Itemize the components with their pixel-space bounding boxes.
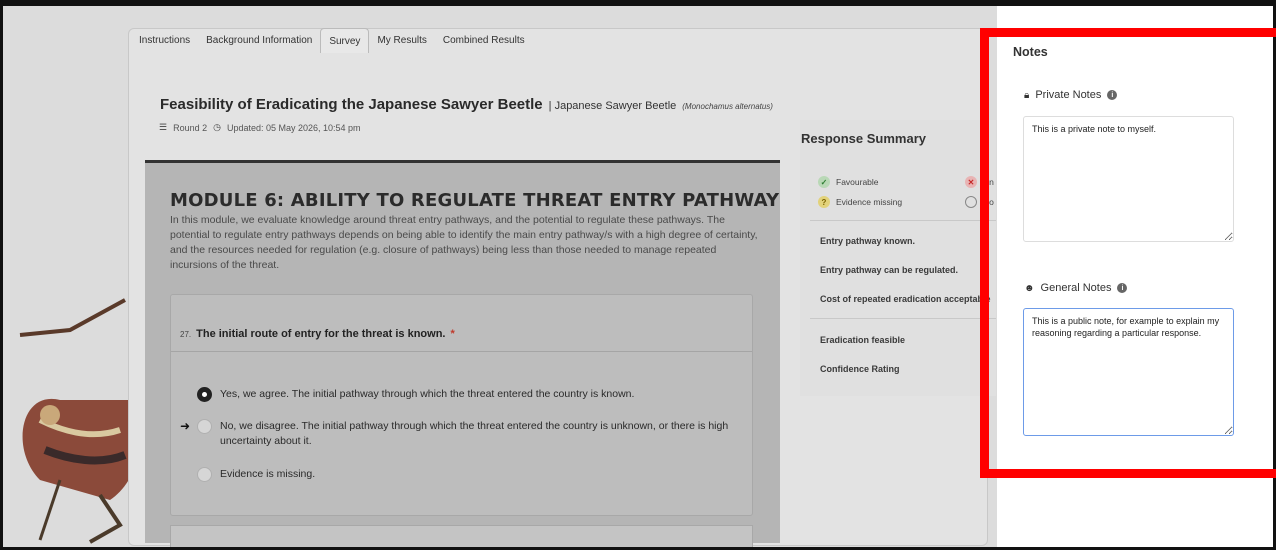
radio-yes[interactable] — [197, 387, 212, 402]
scientific-name: (Monochamus alternatus) — [682, 102, 773, 111]
summary-divider — [810, 318, 996, 319]
tab-combined-results[interactable]: Combined Results — [435, 28, 533, 53]
legend-evidence-missing-label: Evidence missing — [836, 197, 903, 207]
info-icon[interactable]: i — [1117, 283, 1128, 293]
option-no-label: No, we disagree. The initial pathway thr… — [220, 420, 729, 447]
arrow-right-icon: ➜ — [180, 419, 191, 433]
updated-label: Updated: 05 May 2026, 10:54 pm — [226, 122, 361, 133]
legend-unfavourable: ✕ Un — [965, 176, 994, 188]
cross-icon: ✕ — [965, 176, 977, 188]
page-title: Feasibility of Eradicating the Japanese … — [160, 96, 543, 113]
tab-survey[interactable]: Survey — [320, 28, 370, 53]
module-description: In this module, we evaluate knowledge ar… — [170, 214, 758, 271]
question-header: 27. The initial route of entry for the t… — [180, 328, 455, 340]
legend-favourable: ✓ Favourable — [818, 176, 879, 188]
legend-evidence-missing: ? Evidence missing — [818, 196, 902, 208]
private-notes-textarea[interactable]: This is a private note to myself. — [1023, 116, 1234, 242]
legend-no-response-label: No — [983, 197, 994, 207]
option-evidence-missing-label: Evidence is missing. — [220, 468, 316, 480]
summary-divider — [810, 220, 996, 221]
question-separator — [171, 351, 752, 352]
module-title: MODULE 6: ABILITY TO REGULATE THREAT ENT… — [170, 190, 780, 211]
page-subtitle: | Japanese Sawyer Beetle — [548, 100, 677, 112]
required-marker: * — [450, 328, 455, 340]
notes-panel — [997, 6, 1273, 547]
round-label: Round 2 — [173, 122, 208, 133]
legend-unfavourable-label: Un — [983, 177, 994, 187]
general-notes-label: General Notes — [1040, 282, 1112, 294]
summary-item: Cost of repeated eradication acceptable — [820, 294, 991, 304]
notes-title: Notes — [1013, 45, 1048, 59]
lock-icon: 🔒︎ — [1024, 89, 1030, 101]
question-icon: ? — [818, 196, 830, 208]
option-evidence-missing[interactable]: Evidence is missing. — [197, 467, 717, 482]
tab-instructions[interactable]: Instructions — [131, 28, 198, 53]
users-icon: ☻ — [1024, 282, 1035, 294]
option-yes[interactable]: Yes, we agree. The initial pathway throu… — [197, 387, 717, 402]
summary-item: Entry pathway known. — [820, 236, 916, 246]
private-notes-label: Private Notes — [1035, 89, 1102, 101]
page-header: Feasibility of Eradicating the Japanese … — [160, 96, 773, 113]
tab-my-results[interactable]: My Results — [369, 28, 434, 53]
header-meta: ☰ Round 2 ◷ Updated: 05 May 2026, 10:54 … — [159, 122, 361, 133]
legend-favourable-label: Favourable — [836, 177, 879, 187]
general-notes-label-row: ☻ General Notes i — [1024, 282, 1128, 294]
radio-no[interactable] — [197, 419, 212, 434]
tab-bar: Instructions Background Information Surv… — [131, 28, 533, 54]
check-icon: ✓ — [818, 176, 830, 188]
question-number: 27. — [180, 330, 192, 339]
circle-icon — [965, 196, 977, 208]
summary-result-eradication: Eradication feasible — [820, 335, 906, 345]
option-yes-label: Yes, we agree. The initial pathway throu… — [220, 388, 635, 400]
next-question-card — [170, 525, 753, 547]
response-summary-title: Response Summary — [801, 131, 926, 146]
layers-icon: ☰ — [159, 122, 168, 132]
summary-result-confidence: Confidence Rating — [820, 364, 900, 374]
info-icon[interactable]: i — [1107, 90, 1118, 100]
clock-icon: ◷ — [213, 122, 221, 132]
summary-item: Entry pathway can be regulated. — [820, 265, 959, 275]
question-text: The initial route of entry for the threa… — [196, 328, 446, 340]
legend-no-response: No — [965, 196, 994, 208]
radio-evidence-missing[interactable] — [197, 467, 212, 482]
option-no[interactable]: No, we disagree. The initial pathway thr… — [197, 419, 742, 449]
general-notes-textarea[interactable]: This is a public note, for example to ex… — [1023, 308, 1234, 436]
private-notes-label-row: 🔒︎ Private Notes i — [1024, 89, 1118, 101]
tab-background-information[interactable]: Background Information — [198, 28, 320, 53]
summary-items-clip: Entry pathway known. Entry pathway can b… — [820, 236, 996, 316]
